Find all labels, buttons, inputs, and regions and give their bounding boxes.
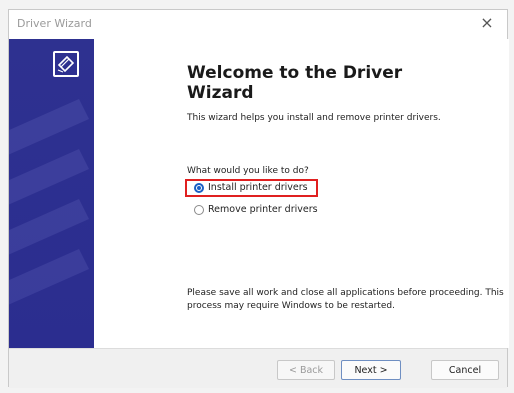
window-title: Driver Wizard (17, 17, 92, 30)
wizard-content: Welcome to the Driver Wizard This wizard… (94, 39, 509, 348)
remove-label: Remove printer drivers (208, 204, 318, 215)
banner-decoration (9, 99, 89, 305)
cancel-button[interactable]: Cancel (431, 360, 499, 380)
next-button[interactable]: Next > (341, 360, 401, 380)
install-radio[interactable] (194, 182, 204, 193)
remove-drivers-option[interactable]: Remove printer drivers (194, 204, 318, 215)
wizard-footer: < Back Next > Cancel (9, 348, 507, 388)
question-text: What would you like to do? (187, 166, 309, 176)
page-title: Welcome to the Driver Wizard (187, 63, 403, 103)
restart-notice: Please save all work and close all appli… (187, 288, 504, 311)
title-bar: Driver Wizard × (9, 10, 507, 38)
install-label: Install printer drivers (208, 182, 308, 193)
remove-radio[interactable] (194, 204, 204, 215)
back-button[interactable]: < Back (277, 360, 335, 380)
driver-wizard-window: Driver Wizard × Welcome to the Driver Wi… (8, 9, 509, 388)
intro-text: This wizard helps you install and remove… (187, 113, 441, 123)
install-drivers-option[interactable]: Install printer drivers (194, 182, 308, 193)
wizard-banner (9, 39, 94, 348)
close-button[interactable]: × (477, 13, 497, 33)
printer-icon (53, 51, 79, 77)
